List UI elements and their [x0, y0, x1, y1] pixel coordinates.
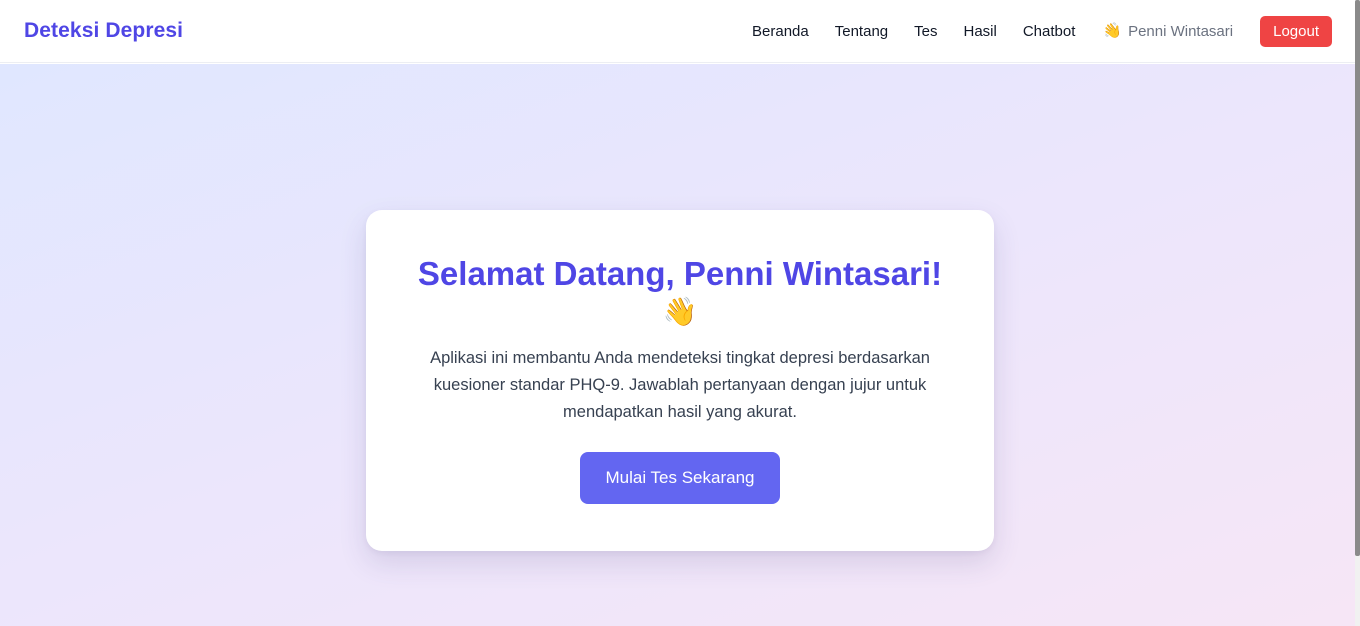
user-name: Penni Wintasari	[1128, 22, 1234, 40]
nav-menu: Beranda Tentang Tes Hasil Chatbot 👋 Penn…	[752, 15, 1332, 47]
waving-hand-icon: 👋	[662, 296, 698, 328]
welcome-card: Selamat Datang, Penni Wintasari! 👋 Aplik…	[366, 210, 994, 551]
navbar: Deteksi Depresi Beranda Tentang Tes Hasi…	[0, 0, 1355, 63]
brand-logo[interactable]: Deteksi Depresi	[24, 19, 183, 43]
nav-link-tentang[interactable]: Tentang	[835, 23, 888, 40]
welcome-title: Selamat Datang, Penni Wintasari! 👋	[366, 255, 994, 329]
hero-section: Selamat Datang, Penni Wintasari! 👋 Aplik…	[0, 64, 1355, 626]
welcome-description: Aplikasi ini membantu Anda mendeteksi ti…	[430, 349, 930, 422]
nav-link-beranda[interactable]: Beranda	[752, 23, 809, 40]
nav-link-tes[interactable]: Tes	[914, 23, 937, 40]
scrollbar-thumb[interactable]	[1355, 0, 1360, 556]
user-greeting: 👋 Penni Wintasari	[1101, 21, 1234, 42]
page: Deteksi Depresi Beranda Tentang Tes Hasi…	[0, 0, 1360, 626]
scrollbar[interactable]	[1355, 0, 1360, 626]
logout-button[interactable]: Logout	[1260, 15, 1332, 47]
start-test-button[interactable]: Mulai Tes Sekarang	[580, 452, 780, 505]
welcome-title-text: Selamat Datang, Penni Wintasari!	[417, 255, 943, 292]
nav-link-chatbot[interactable]: Chatbot	[1023, 23, 1076, 40]
waving-hand-icon: 👋	[1101, 21, 1124, 42]
nav-link-hasil[interactable]: Hasil	[963, 23, 996, 40]
